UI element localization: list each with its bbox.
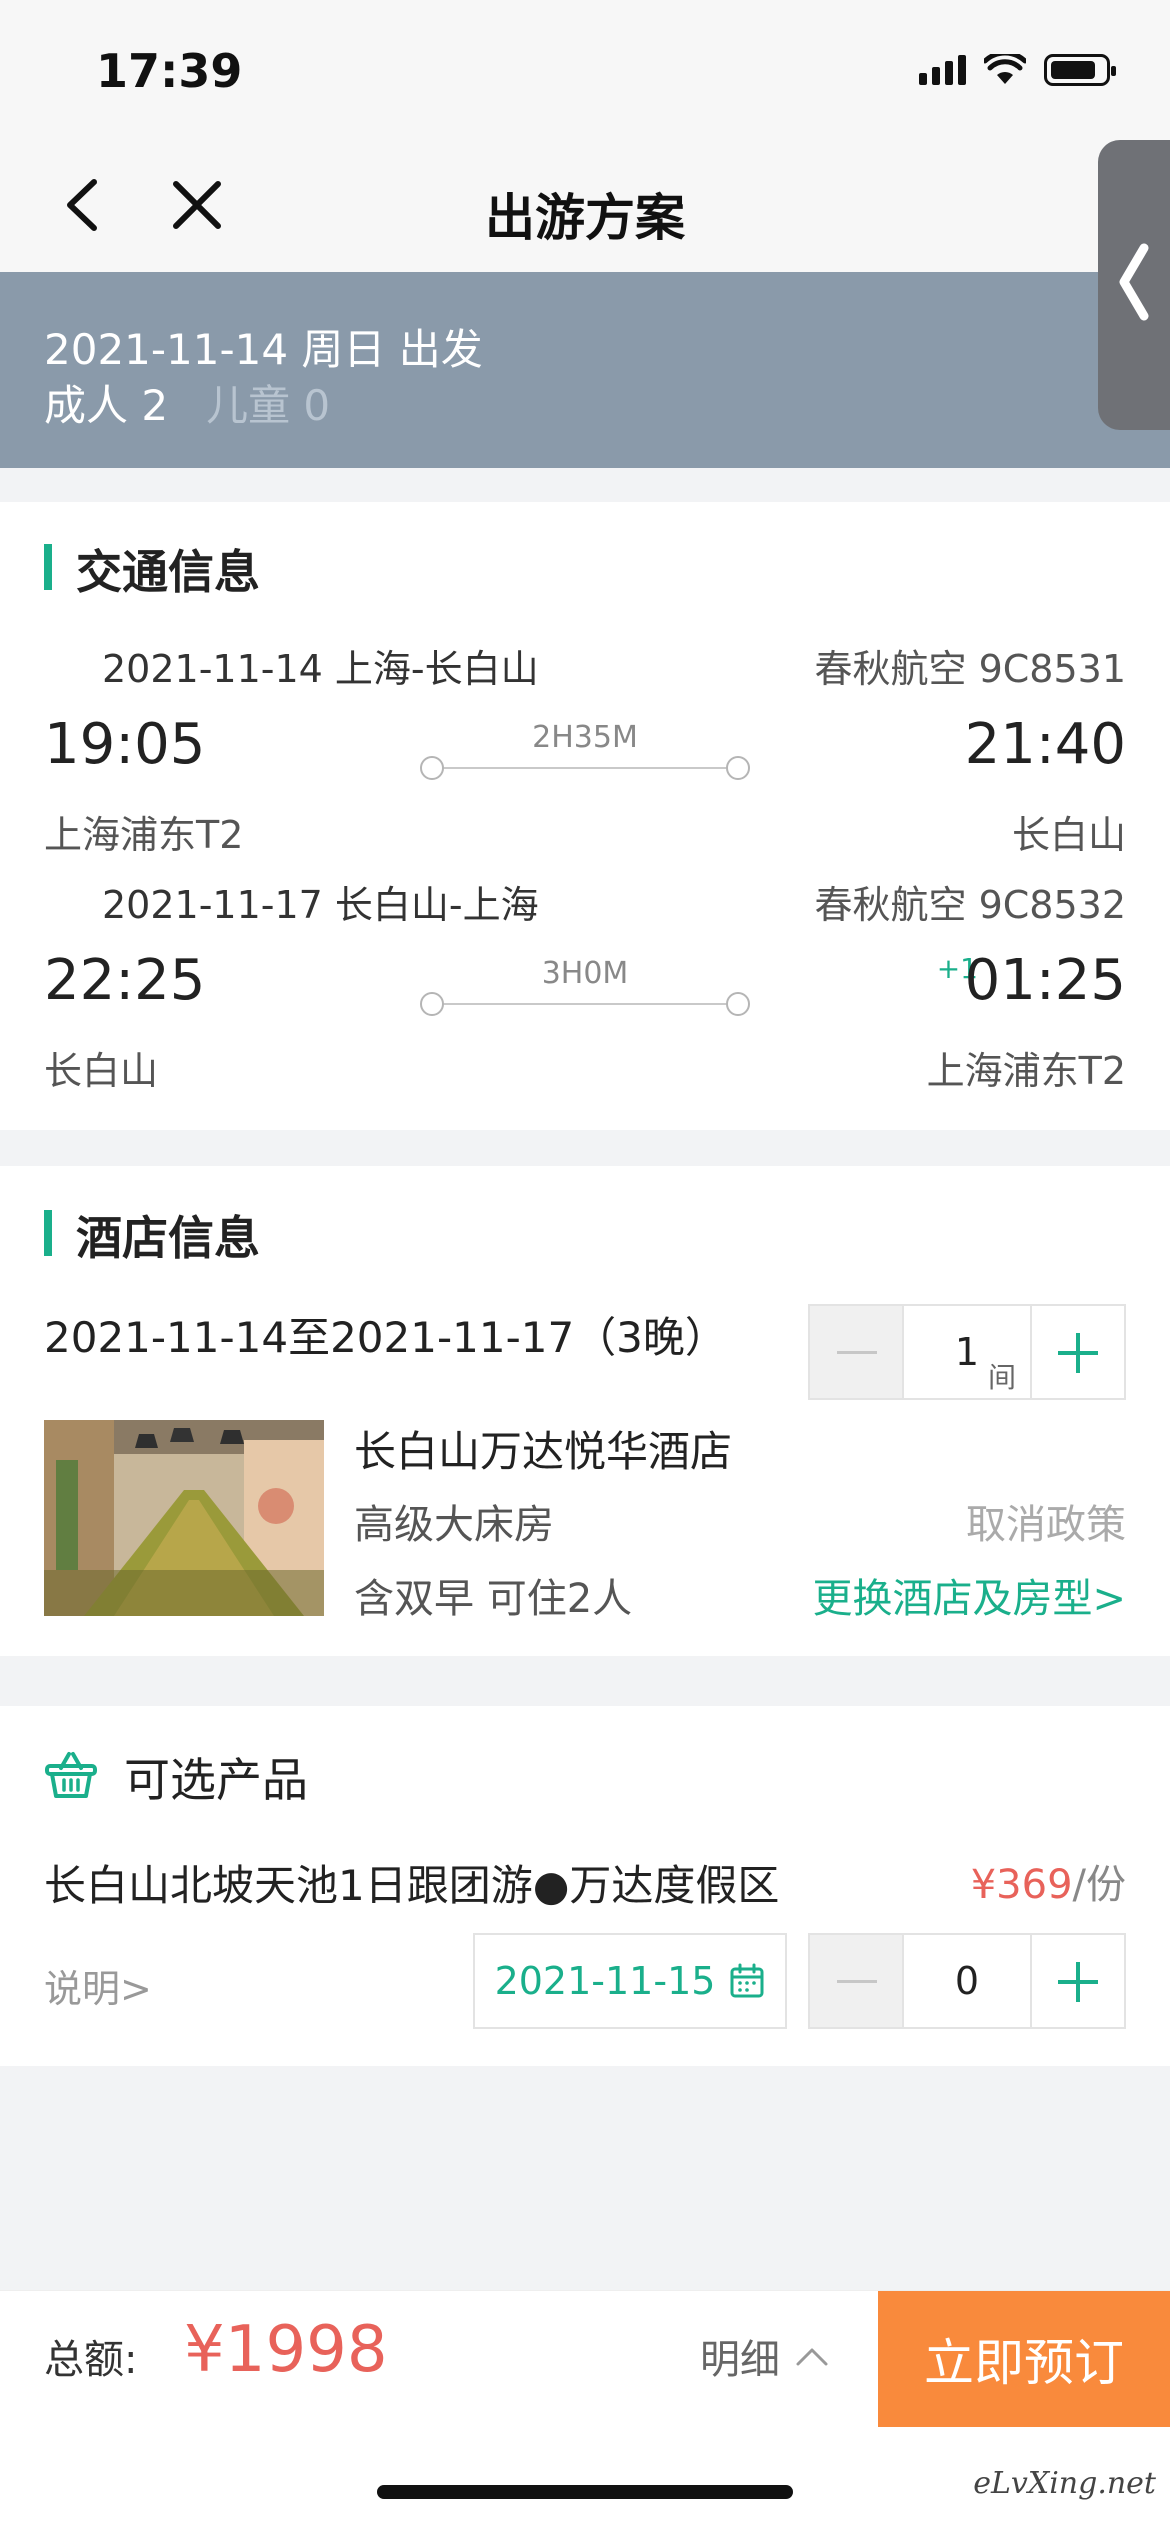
basket-icon (45, 1752, 97, 1798)
home-indicator (377, 2485, 793, 2499)
transport-card: 交通信息 2021-11-14 上海-长白山 春秋航空 9C8531 19:05… (0, 502, 1170, 1130)
transport-title: 交通信息 (44, 536, 260, 602)
departure-airport: 长白山 (44, 1049, 159, 1093)
product-date-picker[interactable]: 2021-11-15 (473, 1933, 787, 2029)
flight-date-route: 2021-11-14 上海-长白山 (102, 647, 539, 691)
departure-airport: 上海浦东T2 (44, 813, 244, 857)
travelers: 成人 2 儿童 0 (44, 372, 330, 433)
page: 17:39 出游方案 2021-11-14 周日 出发 成人 2 儿童 0 交通… (0, 0, 1170, 2532)
trip-banner: 2021-11-14 周日 出发 成人 2 儿童 0 (0, 272, 1170, 468)
hotel-dates: 2021-11-14至2021-11-17（3晚） (44, 1313, 727, 1362)
detail-toggle[interactable]: 明细 (700, 2327, 830, 2385)
optional-products-card: 可选产品 长白山北坡天池1日跟团游●万达度假区 ¥369/份 说明> 2021-… (0, 1706, 1170, 2066)
room-quantity-stepper: 1 间 (808, 1304, 1126, 1400)
room-quantity-value: 1 (954, 1330, 980, 1374)
hotel-name[interactable]: 长白山万达悦华酒店 (354, 1418, 732, 1479)
arrival-time: 21:40 (964, 712, 1126, 777)
battery-icon (1044, 54, 1116, 86)
children-count: 儿童 0 (206, 381, 331, 430)
arrival-airport: 长白山 (1011, 813, 1126, 857)
status-time: 17:39 (96, 44, 243, 98)
flight-number: 春秋航空 9C8532 (814, 883, 1127, 927)
hotel-image[interactable] (44, 1420, 324, 1616)
page-title: 出游方案 (485, 189, 685, 247)
arrival-airport: 上海浦东T2 (926, 1049, 1126, 1093)
signal-icon (919, 55, 966, 85)
flight-route-line (420, 992, 750, 1016)
product-price: ¥369/份 (971, 1852, 1126, 1910)
decrease-rooms-button[interactable] (810, 1306, 904, 1398)
room-quantity[interactable]: 1 间 (904, 1306, 1030, 1398)
nav-bar: 出游方案 (0, 140, 1170, 272)
product-price-amount: ¥369 (970, 1862, 1073, 1908)
total-label: 总额: (44, 2337, 138, 2383)
increase-product-button[interactable] (1030, 1935, 1122, 2027)
departure-time: 19:05 (44, 712, 206, 777)
wifi-icon (984, 54, 1026, 84)
product-date: 2021-11-15 (494, 1959, 716, 2003)
flight-date-route: 2021-11-17 长白山-上海 (102, 883, 539, 927)
flight-number: 春秋航空 9C8531 (814, 647, 1127, 691)
optional-products-title: 可选产品 (124, 1753, 308, 1807)
meal-info: 含双早 可住2人 (354, 1576, 633, 1622)
product-name: 长白山北坡天池1日跟团游●万达度假区 (44, 1861, 780, 1910)
room-type: 高级大床房 (354, 1502, 554, 1548)
flight-route-line (420, 756, 750, 780)
product-explain-link[interactable]: 说明> (44, 1958, 152, 2013)
flight-duration: 3H0M (541, 956, 629, 991)
decrease-product-button[interactable] (810, 1935, 904, 2027)
increase-rooms-button[interactable] (1030, 1306, 1122, 1398)
cancel-policy-link[interactable]: 取消政策 (966, 1492, 1126, 1550)
change-hotel-link[interactable]: 更换酒店及房型> (812, 1566, 1126, 1624)
book-now-button[interactable]: 立即预订 (878, 2291, 1170, 2427)
status-bar: 17:39 (0, 0, 1170, 140)
product-price-unit: /份 (1072, 1862, 1126, 1908)
chevron-up-icon (796, 2348, 828, 2366)
product-quantity-value: 0 (954, 1959, 980, 2003)
watermark: eLvXing.net (973, 2466, 1156, 2501)
hotel-card: 酒店信息 2021-11-14至2021-11-17（3晚） 1 间 长白山万达… (0, 1166, 1170, 1656)
product-quantity[interactable]: 0 (904, 1935, 1030, 2027)
product-quantity-stepper: 0 (808, 1933, 1126, 2029)
status-icons (919, 54, 1116, 86)
flight-duration: 2H35M (532, 720, 638, 755)
detail-label: 明细 (700, 2337, 780, 2383)
adults-count: 成人 2 (44, 381, 169, 430)
side-tab-chevron-icon (1119, 243, 1149, 321)
calendar-icon (730, 1963, 764, 1998)
arrival-time: 01:25 (964, 948, 1126, 1013)
hotel-title: 酒店信息 (44, 1202, 260, 1268)
hotel-photo (44, 1420, 324, 1616)
departure-time: 22:25 (44, 948, 206, 1013)
total-amount: ¥1998 (184, 2313, 388, 2387)
side-tab-button[interactable] (1098, 140, 1170, 430)
room-unit: 间 (987, 1361, 1016, 1394)
departure-date: 2021-11-14 周日 出发 (44, 325, 483, 374)
